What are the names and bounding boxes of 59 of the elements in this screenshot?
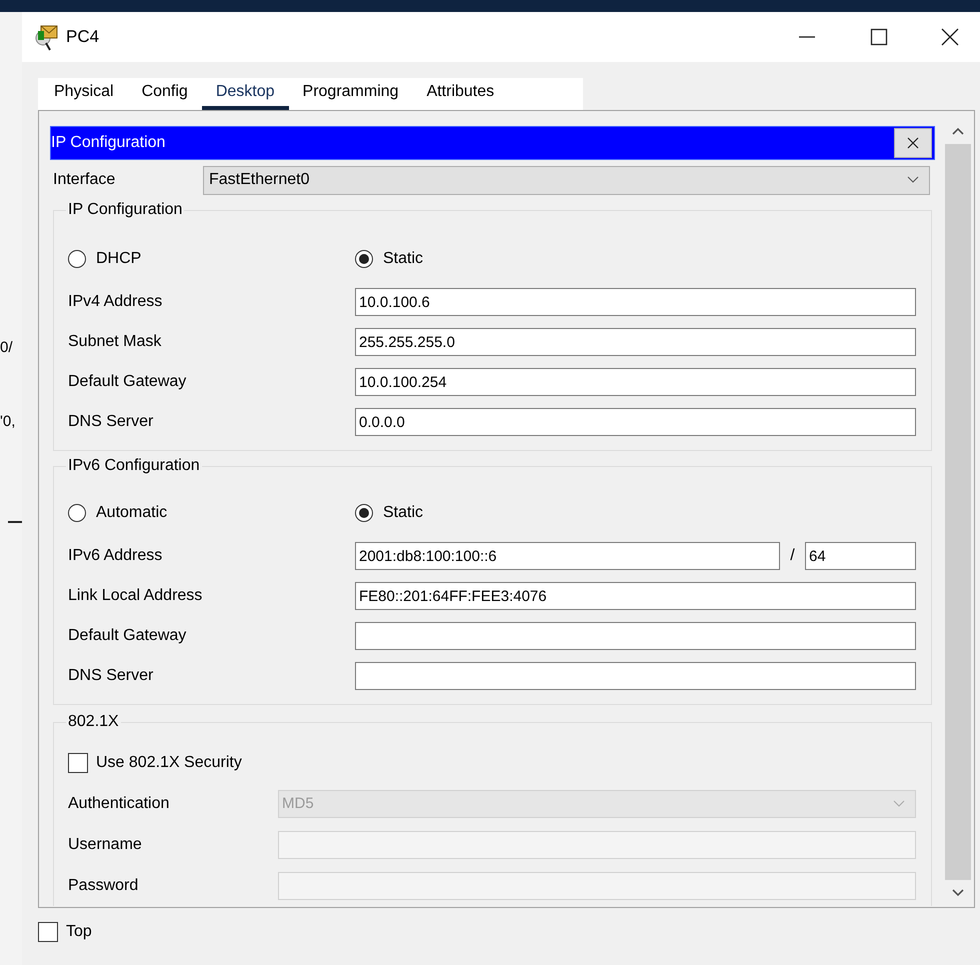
radio-label: Automatic bbox=[96, 504, 168, 522]
field-label: Default Gateway bbox=[68, 373, 188, 391]
tab[interactable]: Desktop bbox=[202, 78, 289, 110]
field-label: Username bbox=[68, 836, 143, 854]
background-text: 0/ bbox=[0, 339, 13, 356]
input-field[interactable]: 10.0.100.254 bbox=[355, 368, 916, 396]
tab[interactable]: Physical bbox=[40, 78, 128, 110]
dropdown-value: MD5 bbox=[282, 795, 314, 812]
input-field[interactable] bbox=[355, 622, 916, 650]
tab[interactable]: Programming bbox=[288, 78, 413, 110]
dropdown-value: FastEthernet0 bbox=[209, 171, 310, 189]
checkbox[interactable] bbox=[68, 753, 88, 773]
input-field[interactable]: 255.255.255.0 bbox=[355, 328, 916, 356]
radio-label: Static bbox=[383, 504, 424, 522]
background-text: '0, bbox=[0, 413, 16, 430]
field-label: DNS Server bbox=[68, 667, 154, 685]
input-field[interactable]: FE80::201:64FF:FEE3:4076 bbox=[355, 582, 916, 610]
group-title: IP Configuration bbox=[67, 201, 184, 219]
checkbox-label: Use 802.1X Security bbox=[96, 754, 242, 772]
interface-dropdown[interactable]: FastEthernet0 bbox=[203, 166, 930, 194]
input-field[interactable] bbox=[355, 662, 916, 690]
input-field[interactable]: 0.0.0.0 bbox=[355, 408, 916, 436]
chevron-down-icon bbox=[907, 176, 919, 184]
field-label: Default Gateway bbox=[68, 627, 188, 645]
pc-icon bbox=[34, 23, 60, 51]
prefix-separator: / bbox=[789, 547, 796, 565]
radio-button[interactable] bbox=[68, 504, 86, 522]
tab[interactable]: Config bbox=[128, 78, 202, 110]
field-label: Authentication bbox=[68, 794, 170, 812]
input-field[interactable]: 10.0.100.6 bbox=[355, 288, 916, 316]
maximize-icon[interactable] bbox=[869, 27, 889, 47]
checkbox[interactable] bbox=[38, 922, 58, 942]
scroll-up-icon[interactable] bbox=[951, 126, 965, 136]
group-title: IPv6 Configuration bbox=[67, 457, 201, 475]
close-icon bbox=[907, 137, 919, 149]
tab[interactable]: Attributes bbox=[412, 78, 508, 110]
chevron-down-icon bbox=[893, 800, 905, 808]
radio-button[interactable] bbox=[68, 250, 86, 268]
field-label: DNS Server bbox=[68, 413, 154, 431]
radio-label: Static bbox=[383, 250, 424, 268]
radio-button[interactable] bbox=[355, 504, 373, 522]
field-label: Link Local Address bbox=[68, 587, 204, 605]
field-label: IPv4 Address bbox=[68, 293, 164, 311]
checkbox-label: Top bbox=[66, 923, 92, 941]
close-icon[interactable] bbox=[940, 27, 960, 47]
scroll-down-icon[interactable] bbox=[951, 888, 965, 898]
group-title: 802.1X bbox=[67, 713, 120, 731]
radio-button[interactable] bbox=[355, 250, 373, 268]
field-label: IPv6 Address bbox=[68, 547, 164, 565]
close-button[interactable] bbox=[894, 128, 932, 158]
radio-label: DHCP bbox=[96, 250, 142, 268]
panel-title: IP Configuration bbox=[51, 134, 166, 152]
field-label: Password bbox=[68, 876, 140, 894]
prefix-field[interactable]: 64 bbox=[805, 542, 916, 570]
background-line bbox=[8, 521, 22, 523]
window-title: PC4 bbox=[66, 27, 100, 47]
field-label: Subnet Mask bbox=[68, 333, 162, 351]
input-field[interactable]: 2001:db8:100:100::6 bbox=[355, 542, 780, 570]
field-label: Interface bbox=[53, 171, 116, 189]
